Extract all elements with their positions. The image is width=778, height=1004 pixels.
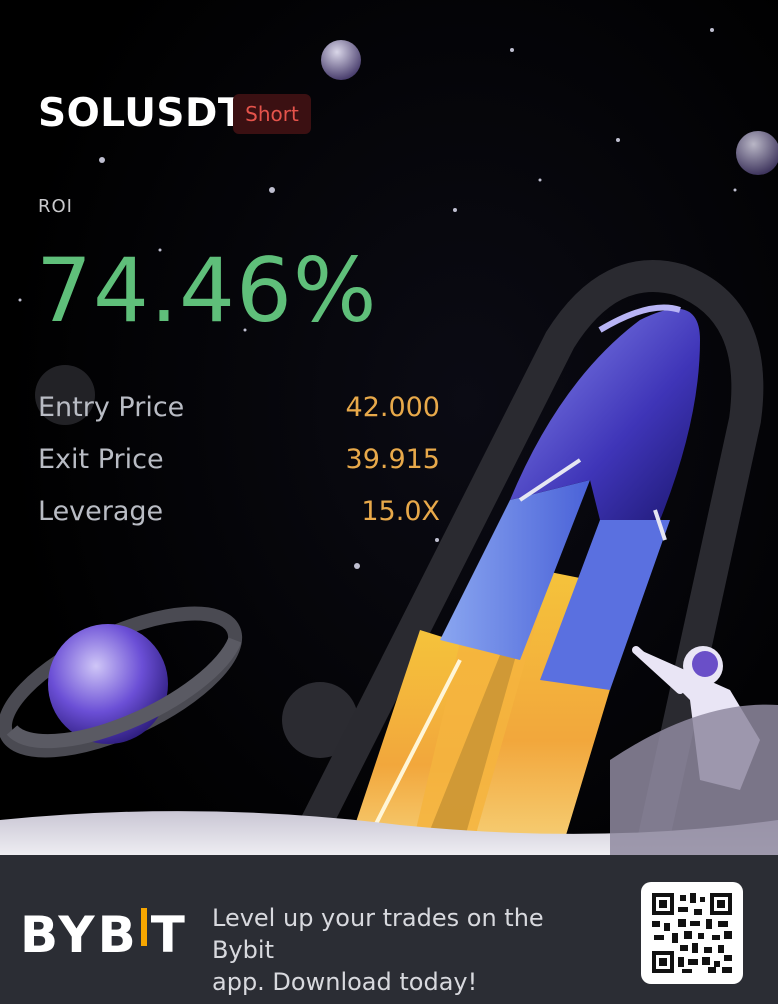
trading-pair: SOLUSDT xyxy=(38,91,245,136)
leverage-label: Leverage xyxy=(38,496,164,527)
bybit-logo: BYB T xyxy=(20,905,188,965)
logo-text-left: BYB xyxy=(20,906,139,964)
entry-price-value: 42.000 xyxy=(345,392,440,423)
promo-line-2: app. Download today! xyxy=(212,968,478,996)
exit-price-label: Exit Price xyxy=(38,444,164,475)
entry-price-label: Entry Price xyxy=(38,392,185,423)
roi-value: 74.46% xyxy=(36,239,378,342)
small-moon-top xyxy=(321,40,361,80)
pnl-share-card: SOLUSDT Short ROI 74.46% Entry Price 42.… xyxy=(0,0,778,1004)
promo-text: Level up your trades on the Bybit app. D… xyxy=(212,902,612,998)
position-side-badge: Short xyxy=(233,94,311,134)
logo-text-right: T xyxy=(150,906,188,964)
promo-line-1: Level up your trades on the Bybit xyxy=(212,904,544,964)
exit-price-value: 39.915 xyxy=(345,444,440,475)
ringed-planet xyxy=(0,606,243,758)
qr-code-icon xyxy=(652,893,732,973)
logo-accent-bar xyxy=(140,908,147,946)
qr-code[interactable] xyxy=(641,882,743,984)
small-moon-right xyxy=(736,131,778,175)
leverage-value: 15.0X xyxy=(361,496,440,527)
roi-label: ROI xyxy=(38,196,73,217)
lunar-hill xyxy=(610,704,778,855)
